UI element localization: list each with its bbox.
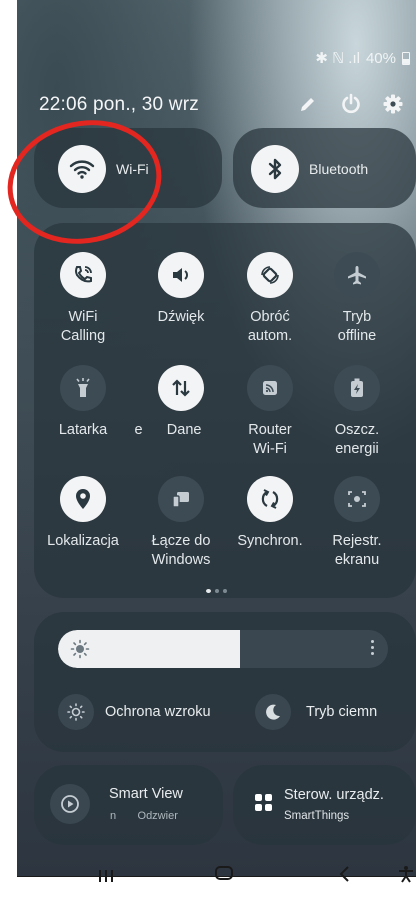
quick-panel-header: 22:06 pon., 30 wrz <box>17 88 416 120</box>
power-saving-tile[interactable]: Oszcz. energii <box>309 365 405 459</box>
edit-icon[interactable] <box>296 92 320 116</box>
smartthings-grid-icon <box>255 794 273 812</box>
tile-label: energii <box>335 441 379 457</box>
tile-label: Calling <box>60 328 106 344</box>
battery-level: 40% <box>365 49 396 67</box>
tile-label: Rejestr. <box>332 533 382 549</box>
smart-view-icon <box>50 784 90 824</box>
tile-label: Router <box>248 422 292 438</box>
tile-label: Obróć <box>250 309 290 325</box>
tile-label: offline <box>337 328 377 344</box>
tile-label: WiFi <box>68 309 98 325</box>
dark-mode-label: Tryb ciemn <box>306 704 378 720</box>
dark-mode-toggle[interactable]: Tryb ciemn <box>255 694 377 730</box>
device-control-tile[interactable]: Sterow. urządz. SmartThings <box>233 765 416 845</box>
sound-tile[interactable]: Dźwięk <box>133 252 229 327</box>
device-control-title: Sterow. urządz. <box>284 787 384 803</box>
smart-view-title: Smart View <box>109 786 183 802</box>
wifi-calling-tile[interactable]: WiFi Calling <box>35 252 131 346</box>
back-icon[interactable] <box>338 866 350 887</box>
router-wifi-tile[interactable]: Router Wi-Fi <box>222 365 318 459</box>
page-indicator[interactable] <box>17 580 416 598</box>
time-date: 22:06 pon., 30 wrz <box>39 94 199 115</box>
sync-tile[interactable]: Synchron. <box>222 476 318 551</box>
rotate-icon <box>247 252 293 298</box>
link-to-windows-tile[interactable]: Łącze do Windows <box>133 476 229 570</box>
location-tile[interactable]: Lokalizacja <box>35 476 131 551</box>
sync-icon <box>247 476 293 522</box>
wifi-calling-icon <box>60 252 106 298</box>
location-pin-icon <box>60 476 106 522</box>
link-windows-icon <box>158 476 204 522</box>
moon-icon <box>255 694 291 730</box>
tile-label: Lokalizacja <box>47 533 119 549</box>
recents-icon[interactable] <box>96 870 116 882</box>
tile-label: autom. <box>247 328 293 344</box>
bluetooth-icon <box>251 145 299 193</box>
eye-comfort-toggle[interactable]: Ochrona wzroku <box>58 694 211 730</box>
tile-label: Windows <box>151 552 211 568</box>
tile-label: e Dane <box>134 422 202 438</box>
data-arrows-icon <box>158 365 204 411</box>
tile-label: Oszcz. <box>334 422 380 438</box>
signal-icons: ✱ ℕ .ıl <box>315 50 360 67</box>
battery-icon <box>402 51 410 65</box>
speaker-icon <box>158 252 204 298</box>
tile-label: Łącze do <box>151 533 211 549</box>
bluetooth-tile[interactable]: Bluetooth <box>233 128 416 208</box>
tile-label: Tryb <box>342 309 372 325</box>
screen-record-icon <box>334 476 380 522</box>
screen-recorder-tile[interactable]: Rejestr. ekranu <box>309 476 405 570</box>
hotspot-icon <box>247 365 293 411</box>
more-options-icon[interactable] <box>371 640 375 655</box>
tile-label: ekranu <box>334 552 380 568</box>
settings-icon[interactable] <box>381 92 405 116</box>
device-control-subtitle: SmartThings <box>284 810 350 822</box>
tile-label: Synchron. <box>237 533 303 549</box>
accessibility-icon[interactable] <box>398 865 414 888</box>
mobile-data-tile[interactable]: e Dane <box>133 365 229 440</box>
eye-comfort-icon <box>58 694 94 730</box>
bluetooth-label: Bluetooth <box>309 161 369 177</box>
sun-icon <box>70 639 90 664</box>
tile-label: Wi-Fi <box>253 441 287 457</box>
smart-view-subtitle: n Odzwier <box>110 810 178 822</box>
eye-comfort-label: Ochrona wzroku <box>105 704 211 720</box>
smart-view-tile[interactable]: Smart View n Odzwier <box>34 765 223 845</box>
airplane-mode-tile[interactable]: Tryb offline <box>309 252 405 346</box>
brightness-slider[interactable] <box>58 630 388 668</box>
auto-rotate-tile[interactable]: Obróć autom. <box>222 252 318 346</box>
power-icon[interactable] <box>339 92 363 116</box>
tile-label: Dźwięk <box>157 309 205 325</box>
flashlight-icon <box>60 365 106 411</box>
status-bar: ✱ ℕ .ıl 40% <box>315 49 410 67</box>
battery-saver-icon <box>334 365 380 411</box>
home-icon[interactable] <box>215 866 233 880</box>
airplane-icon <box>334 252 380 298</box>
